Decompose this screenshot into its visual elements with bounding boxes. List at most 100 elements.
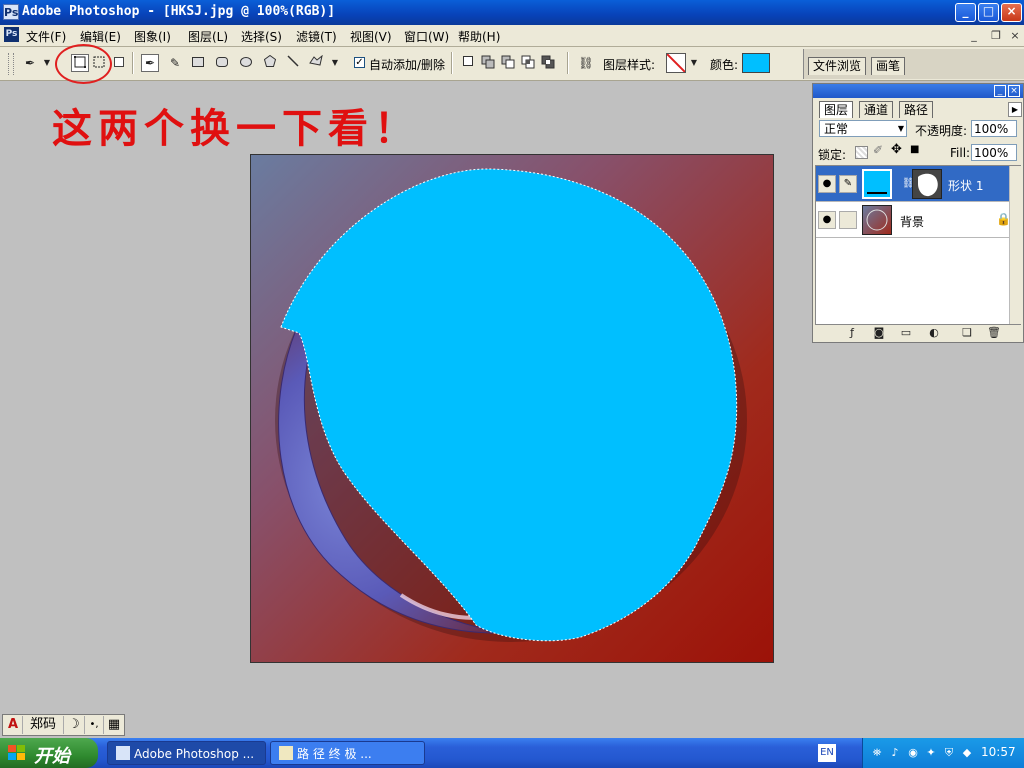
intersect-shape-icon[interactable] [519,54,537,72]
pen-preset-icon[interactable]: ✒ [21,54,39,72]
menu-layer[interactable]: 图层(L) [188,28,228,45]
add-mask-icon[interactable]: ◙ [872,326,886,340]
doc-restore-button[interactable]: ❐ [988,28,1004,43]
lock-image-icon[interactable]: ✐ [873,143,883,157]
fill-field[interactable]: 100% [971,144,1017,161]
photoshop-app-icon[interactable]: Ps [3,4,19,20]
palette-menu-arrow-icon[interactable]: ▶ [1008,102,1022,117]
freeform-pen-icon[interactable]: ✎ [166,54,184,72]
palette-title-bar[interactable] [813,84,1023,98]
language-indicator[interactable]: EN [818,744,836,762]
custom-shape-tool-icon[interactable] [307,54,325,72]
ime-width-icon[interactable]: ☽ [64,716,85,734]
taskbar-item-document[interactable]: 路 径 终 极 ... [270,741,425,765]
menu-bar: Ps 文件(F) 编辑(E) 图象(I) 图层(L) 选择(S) 滤镜(T) 视… [0,25,1024,47]
layer-fill-thumbnail[interactable] [862,169,892,199]
opacity-field[interactable]: 100% [971,120,1017,137]
lock-transparency-icon[interactable] [855,146,868,159]
add-layer-style-icon[interactable]: ƒ [845,326,859,340]
minimize-button[interactable]: _ [955,3,976,22]
separator [567,52,569,74]
menu-file[interactable]: 文件(F) [26,28,66,45]
red-highlight-circle [55,44,112,84]
layer-name[interactable]: 形状 1 [948,177,983,194]
tab-channels[interactable]: 通道 [859,101,894,118]
pen-tool-icon[interactable]: ✒ [141,54,159,72]
link-icon[interactable]: ⛓ [577,54,595,72]
blend-mode-select[interactable]: 正常 ▼ [819,120,907,137]
color-swatch[interactable] [742,53,770,73]
menu-image[interactable]: 图象(I) [134,28,171,45]
subtract-from-shape-icon[interactable] [499,54,517,72]
ellipse-tool-icon[interactable] [237,54,255,72]
visibility-eye-icon[interactable]: ● [818,175,836,193]
volume-icon[interactable]: ♪ [887,745,903,761]
document-icon[interactable]: Ps [4,27,19,42]
chevron-down-icon[interactable]: ▼ [330,54,340,72]
visibility-eye-icon[interactable]: ● [818,211,836,229]
polygon-tool-icon[interactable] [261,54,279,72]
file-browser-tab[interactable]: 文件浏览 [808,57,867,75]
chevron-down-icon: ▼ [897,124,904,133]
start-button[interactable]: 开始 [0,738,98,768]
new-group-icon[interactable]: ▭ [899,326,913,340]
antivirus-icon[interactable]: ◉ [905,745,921,761]
network-icon[interactable]: ⛯ [869,745,885,761]
maximize-button[interactable]: □ [978,3,999,22]
trash-icon[interactable]: 🗑 [987,326,1001,340]
layer-name[interactable]: 背景 [900,213,924,230]
ime-name[interactable]: 郑码 [23,716,64,734]
fill-pixels-mode-icon[interactable] [110,54,128,72]
shield-icon[interactable]: ⛨ [941,745,957,761]
close-button[interactable]: × [1001,3,1022,22]
security-icon[interactable]: ◆ [959,745,975,761]
layer-style-swatch[interactable] [666,53,686,73]
vector-mask-thumbnail[interactable] [912,169,942,199]
tab-layers[interactable]: 图层 [819,101,854,118]
auto-add-delete-checkbox[interactable]: ✓ [354,57,365,68]
doc-close-button[interactable]: × [1007,28,1023,43]
exclude-overlap-icon[interactable] [539,54,557,72]
lock-all-icon[interactable]: ■ [910,144,919,155]
menu-filter[interactable]: 滤镜(T) [296,28,337,45]
line-tool-icon[interactable] [284,54,302,72]
layer-row-shape-1[interactable]: ● ✎ ⛓ 形状 1 [816,166,1020,202]
taskbar-item-photoshop[interactable]: Adobe Photoshop ... [107,741,266,765]
background-thumbnail[interactable] [862,205,892,235]
update-icon[interactable]: ✦ [923,745,939,761]
rounded-rectangle-tool-icon[interactable] [213,54,231,72]
menu-help[interactable]: 帮助(H) [458,28,500,45]
menu-edit[interactable]: 编辑(E) [80,28,121,45]
windows-logo-icon [8,745,25,760]
layer-row-background[interactable]: ● 背景 🔒 [816,202,1020,238]
lock-position-icon[interactable]: ✥ [891,142,902,157]
menu-view[interactable]: 视图(V) [350,28,392,45]
add-to-shape-icon[interactable] [479,54,497,72]
create-new-shape-icon[interactable] [459,54,477,72]
grip-handle[interactable] [8,53,14,75]
brush-icon[interactable]: ✎ [839,175,857,193]
rectangle-tool-icon[interactable] [189,54,207,72]
brushes-tab[interactable]: 画笔 [871,57,906,75]
chevron-down-icon[interactable]: ▼ [42,54,52,72]
doc-minimize-button[interactable]: _ [966,28,982,43]
chevron-down-icon[interactable]: ▼ [689,54,699,72]
brush-slot[interactable] [839,211,857,229]
document-canvas[interactable] [250,154,774,663]
task-label: 路 径 终 极 ... [297,747,372,761]
ime-mode-button[interactable]: A [4,716,23,734]
layer-style-label: 图层样式: [603,58,656,72]
menu-window[interactable]: 窗口(W) [404,28,449,45]
menu-select[interactable]: 选择(S) [241,28,282,45]
ime-punctuation-icon[interactable]: •, [85,716,104,734]
tab-paths[interactable]: 路径 [899,101,934,118]
adjustment-layer-icon[interactable]: ◐ [927,326,941,340]
soft-keyboard-icon[interactable]: ▦ [104,716,124,734]
palette-minimize-button[interactable]: _ [994,85,1006,97]
scrollbar[interactable] [1009,166,1021,324]
palette-close-button[interactable]: × [1008,85,1020,97]
task-label: Adobe Photoshop ... [134,747,255,761]
ime-toolbar: A 郑码 ☽ •, ▦ [2,714,125,736]
clock[interactable]: 10:57 [981,745,1016,759]
new-layer-icon[interactable]: ❏ [960,326,974,340]
